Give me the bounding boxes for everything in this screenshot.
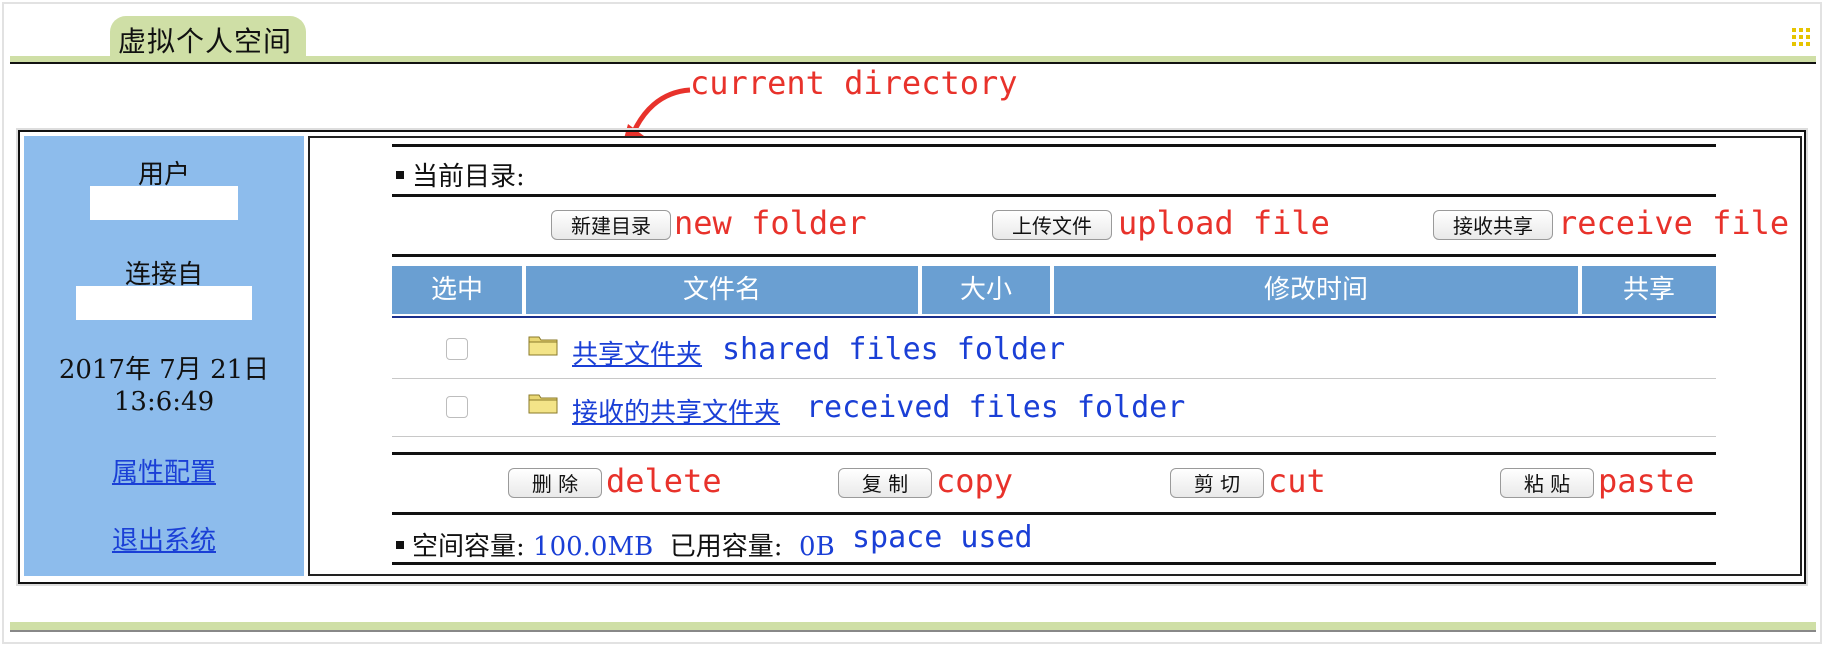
upload-file-button[interactable]: 上传文件 (992, 210, 1112, 240)
annotation-cut: cut (1268, 462, 1326, 500)
bullet-icon (396, 541, 404, 549)
annotation-space-used: space used (852, 520, 1033, 555)
column-header-select[interactable]: 选中 (392, 266, 522, 314)
sidebar-time: 13:6:49 (113, 387, 215, 417)
cut-button[interactable]: 剪 切 (1170, 468, 1264, 498)
delete-button[interactable]: 删 除 (508, 468, 602, 498)
sidebar-link-settings[interactable]: 属性配置 (24, 452, 304, 489)
annotation-copy: copy (936, 462, 1014, 500)
column-header-share[interactable]: 共享 (1582, 266, 1716, 314)
column-header-filename[interactable]: 文件名 (526, 266, 918, 314)
sidebar-link-logout[interactable]: 退出系统 (24, 520, 304, 557)
annotation-paste: paste (1598, 462, 1695, 500)
table-header-divider (392, 316, 1716, 318)
annotation-current-directory: current directory (690, 64, 1018, 102)
footer-divider (10, 622, 1816, 630)
copy-button[interactable]: 复 制 (838, 468, 932, 498)
divider (392, 562, 1716, 565)
footer-divider-dark (10, 630, 1816, 632)
row-divider (392, 378, 1716, 379)
column-header-size[interactable]: 大小 (922, 266, 1050, 314)
annotation-received-folder: received files folder (806, 390, 1186, 425)
folder-link-received[interactable]: 接收的共享文件夹 (572, 392, 780, 429)
annotation-receive-file: receive file (1558, 204, 1790, 242)
used-capacity-value: 0B (799, 532, 835, 562)
folder-icon (528, 394, 558, 414)
annotation-upload-file: upload file (1118, 204, 1330, 242)
connected-from-field (76, 286, 252, 320)
paste-button[interactable]: 粘 贴 (1500, 468, 1594, 498)
grip-icon[interactable] (1792, 28, 1814, 50)
divider (392, 194, 1716, 197)
annotation-new-folder: new folder (674, 204, 867, 242)
used-capacity-label: 已用容量: (669, 532, 783, 562)
app-title: 虚拟个人空间 (118, 25, 293, 58)
divider (392, 144, 1716, 147)
folder-link-shared[interactable]: 共享文件夹 (572, 334, 702, 371)
space-capacity-value: 100.0MB (533, 532, 654, 562)
current-directory-text: 当前目录: (412, 162, 525, 192)
row-divider (392, 436, 1716, 437)
bullet-icon (396, 171, 404, 179)
divider (392, 512, 1716, 515)
divider (392, 254, 1716, 257)
sidebar: 用户 连接自 2017年 7月 21日 13:6:49 属性配置 退出系统 (24, 136, 304, 576)
sidebar-date: 2017年 7月 21日 (58, 355, 270, 385)
divider (392, 452, 1716, 455)
column-header-modified[interactable]: 修改时间 (1054, 266, 1578, 314)
receive-share-button[interactable]: 接收共享 (1433, 210, 1553, 240)
annotation-delete: delete (606, 462, 722, 500)
capacity-row: 空间容量: 100.0MB 已用容量: 0B (396, 526, 835, 563)
folder-icon (528, 336, 558, 356)
row-checkbox[interactable] (446, 338, 468, 360)
row-checkbox[interactable] (446, 396, 468, 418)
annotation-shared-folder: shared files folder (722, 332, 1066, 367)
current-directory-label: 当前目录: (396, 156, 525, 193)
new-folder-button[interactable]: 新建目录 (551, 210, 671, 240)
user-field (90, 186, 238, 220)
space-capacity-label: 空间容量: (412, 532, 525, 562)
